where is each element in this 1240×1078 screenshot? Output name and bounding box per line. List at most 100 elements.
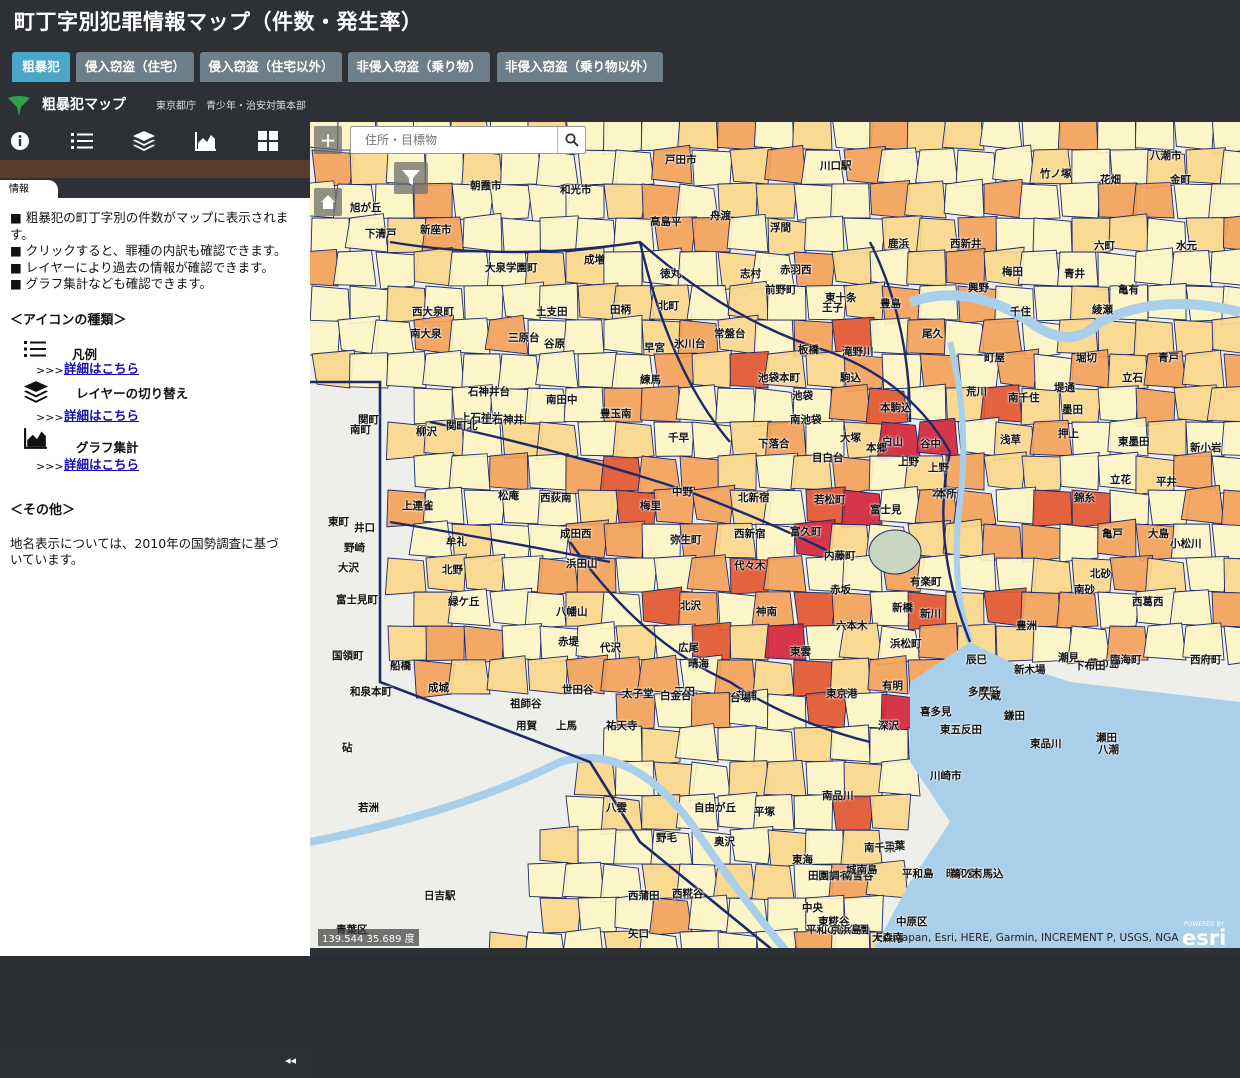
tab-burglary-residential[interactable]: 侵入窃盗（住宅） — [76, 52, 194, 82]
place-label: 八潮市 — [1150, 150, 1182, 162]
chart-details-link[interactable]: 詳細はこちら — [64, 457, 139, 474]
place-label: 新川 — [920, 608, 941, 620]
place-label: 板橋 — [798, 344, 819, 356]
place-label: 墨田 — [1062, 404, 1083, 416]
layers-details-link[interactable]: 詳細はこちら — [64, 408, 139, 425]
place-label: 鵜ノ木 — [950, 868, 982, 880]
place-label: 浮間 — [770, 222, 791, 234]
place-label: 北新宿 — [738, 492, 770, 504]
panel-footer: ◂◂ — [0, 1046, 310, 1078]
info-line: ■ クリックすると、罪種の内訳も確認できます。 — [10, 243, 287, 258]
place-label: 西府町 — [1190, 654, 1222, 666]
place-label: 晴海 — [688, 658, 709, 670]
place-label: 辰巳 — [966, 654, 987, 666]
place-label: 石神井台 — [468, 386, 510, 398]
place-label: 三原台 — [508, 332, 540, 344]
search-input[interactable] — [351, 127, 557, 153]
link-prefix: >>> — [36, 411, 64, 424]
place-label: 上石神井 — [482, 414, 524, 426]
place-label: 南大泉 — [410, 328, 442, 340]
place-label: 錦糸 — [1074, 492, 1095, 504]
place-label: 南品川 — [822, 790, 854, 802]
place-label: 中央 — [802, 902, 823, 914]
place-label: 戸田市 — [665, 154, 697, 166]
tab-violent-crime[interactable]: 粗暴犯 — [12, 52, 70, 82]
place-label: 神南 — [756, 606, 777, 618]
place-label: 代々木 — [734, 560, 766, 572]
place-label: 臨海町 — [1110, 654, 1142, 666]
place-label: 井口 — [354, 522, 375, 534]
place-label: 二葉 — [884, 840, 905, 852]
place-label: 平塚 — [754, 806, 775, 818]
place-label: 平和島 — [902, 868, 934, 880]
search-button[interactable] — [557, 127, 585, 153]
coordinate-readout: 139.544 35.689 度 — [318, 929, 419, 946]
place-label: 鹿浜 — [888, 238, 909, 250]
tokyo-logo-icon — [8, 96, 30, 116]
list-icon — [24, 341, 46, 357]
place-label: 水元 — [1176, 240, 1197, 252]
panel-tab-info[interactable]: 情報 — [0, 180, 58, 200]
place-label: 千早 — [668, 432, 689, 444]
place-label: 花畑 — [1100, 174, 1121, 186]
place-label: 滝野川 — [842, 346, 874, 358]
place-label: 千住 — [1010, 306, 1031, 318]
place-label: 若洲 — [358, 802, 379, 814]
place-label: 内藤町 — [824, 550, 856, 562]
layers-icon — [24, 381, 48, 403]
tab-theft-vehicle[interactable]: 非侵入窃盗（乗り物） — [348, 52, 490, 82]
place-label: 鎌田 — [1004, 710, 1025, 722]
place-label: 西糀谷 — [672, 888, 704, 900]
app-subtitle: 東京都庁 青少年・治安対策本部 — [156, 101, 306, 112]
place-label: 土支田 — [536, 306, 568, 318]
place-label: 氷川台 — [674, 338, 706, 350]
other-text: 地名表示については、2010年の国勢調査に基づいています。 — [10, 535, 279, 568]
place-label: 浜田山 — [566, 558, 598, 570]
collapse-panel-icon[interactable]: ◂◂ — [285, 1054, 296, 1067]
place-label: 若松町 — [814, 494, 846, 506]
place-label: 志村 — [740, 268, 761, 280]
place-label: 東町 — [328, 516, 349, 528]
layers-button[interactable] — [124, 127, 164, 155]
tab-theft-other[interactable]: 非侵入窃盗（乗り物以外） — [497, 52, 663, 82]
panel-toolbar — [0, 122, 310, 160]
place-label: 下布田 — [1074, 660, 1106, 672]
place-label: 谷中 — [920, 438, 941, 450]
legend-details-link[interactable]: 詳細はこちら — [64, 361, 139, 378]
place-label: 亀有 — [1118, 284, 1139, 296]
filter-button[interactable] — [394, 162, 428, 194]
place-label: 新木場 — [1014, 664, 1046, 676]
place-label: 和光市 — [560, 184, 592, 196]
place-label: 池袋本町 — [758, 372, 800, 384]
grid-button[interactable] — [248, 127, 288, 155]
place-label: 台場 — [730, 692, 751, 704]
place-label: 田柄 — [610, 304, 631, 316]
link-prefix: >>> — [36, 460, 64, 473]
info-button[interactable] — [0, 127, 40, 155]
place-label: 青戸 — [1158, 352, 1179, 364]
place-label: 本郷 — [866, 442, 887, 454]
crime-type-tabs: 粗暴犯 侵入窃盗（住宅） 侵入窃盗（住宅以外） 非侵入窃盗（乗り物） 非侵入窃盗… — [0, 44, 1240, 86]
imperial-palace — [868, 529, 922, 575]
place-label: 大塚 — [840, 432, 861, 444]
place-label: 荒川 — [966, 386, 987, 398]
legend-button[interactable] — [62, 127, 102, 155]
place-label: 豊洲 — [1016, 620, 1037, 632]
place-label: 奥沢 — [714, 836, 735, 848]
zoom-in-button[interactable]: + — [314, 126, 342, 154]
place-label: 緑ケ丘 — [448, 596, 480, 608]
grid-icon — [258, 131, 278, 151]
filter-icon — [402, 170, 420, 185]
search-icon — [564, 133, 579, 147]
info-content: ■ 粗暴犯の町丁字別の件数がマップに表示されます。 ■ クリックすると、罪種の内… — [0, 200, 300, 579]
tab-burglary-nonresidential[interactable]: 侵入窃盗（住宅以外） — [200, 52, 342, 82]
chart-button[interactable] — [186, 127, 226, 155]
place-label: 下清戸 — [365, 228, 397, 240]
place-label: 中原区 — [896, 916, 928, 928]
place-label: 東雲 — [790, 646, 811, 658]
home-button[interactable] — [314, 188, 342, 216]
crime-map[interactable]: 戸田市 川口駅 八潮市 朝霞市 和光市 旭が丘 新座市 下清戸 大泉学園町 高島平 舟渡 浮間 赤羽西東… — [310, 122, 1240, 956]
chart-icon — [195, 132, 216, 151]
place-label: 中野 — [672, 486, 693, 498]
place-label: 東京港 — [826, 688, 858, 700]
